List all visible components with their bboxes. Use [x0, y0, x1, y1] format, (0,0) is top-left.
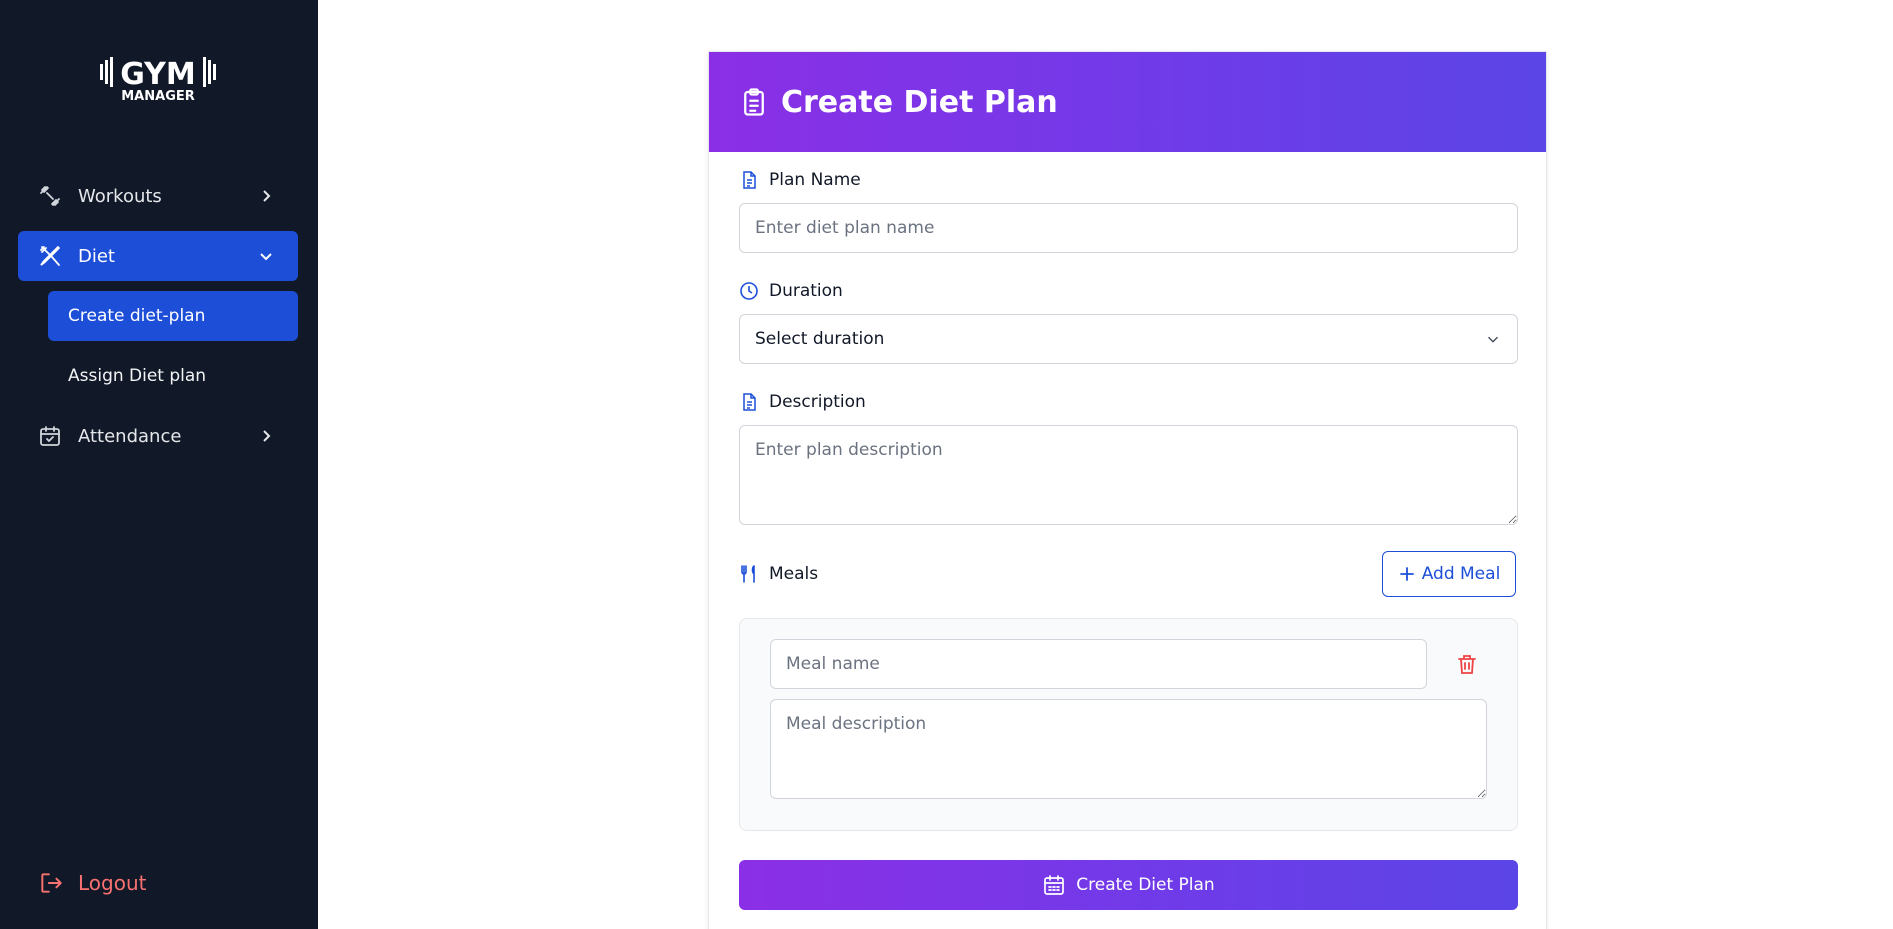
- sidebar-item-workouts[interactable]: Workouts: [18, 171, 298, 221]
- duration-select-value: Select duration: [755, 329, 885, 349]
- chevron-down-icon: [260, 253, 272, 261]
- card-header: Create Diet Plan: [709, 52, 1546, 152]
- sidebar-item-attendance[interactable]: Attendance: [18, 411, 298, 461]
- create-diet-plan-label: Create Diet Plan: [1076, 875, 1215, 895]
- sidebar-item-diet[interactable]: Diet: [18, 231, 298, 281]
- logo-text-bottom: MANAGER: [121, 89, 195, 102]
- document-icon: [743, 171, 756, 189]
- chevron-down-icon: [1488, 336, 1498, 343]
- utensils-icon: [40, 246, 60, 266]
- meals-label: Meals: [739, 564, 818, 584]
- plus-icon: [1399, 567, 1414, 581]
- logout-label: Logout: [78, 871, 147, 895]
- duration-select[interactable]: Select duration: [739, 314, 1518, 364]
- chevron-right-icon: [263, 430, 271, 442]
- create-diet-plan-button[interactable]: Create Diet Plan: [739, 860, 1518, 910]
- logo-text-top: GYM: [120, 57, 196, 92]
- document-icon: [743, 393, 756, 411]
- description-textarea[interactable]: [739, 425, 1518, 525]
- meal-item: [739, 618, 1518, 831]
- duration-label-text: Duration: [769, 281, 843, 301]
- calendar-icon: [1044, 875, 1065, 895]
- meals-label-text: Meals: [769, 564, 819, 584]
- sidebar-subitem-assign-diet-plan[interactable]: Assign Diet plan: [48, 351, 298, 401]
- sidebar-item-label: Workouts: [78, 185, 162, 207]
- fork-knife-icon: [741, 565, 755, 583]
- description-label: Description: [739, 392, 866, 412]
- logout-button[interactable]: Logout: [38, 870, 146, 896]
- sidebar-subitem-create-diet-plan[interactable]: Create diet-plan: [48, 291, 298, 341]
- trash-icon[interactable]: [1456, 653, 1478, 675]
- page-title: Create Diet Plan: [781, 84, 1058, 120]
- clipboard-list-icon: [744, 88, 764, 116]
- logout-icon: [41, 873, 62, 893]
- add-meal-button[interactable]: Add Meal: [1382, 551, 1516, 597]
- sidebar-item-label: Attendance: [78, 425, 182, 447]
- add-meal-label: Add Meal: [1421, 564, 1501, 584]
- clock-icon: [740, 282, 758, 300]
- sidebar: GYM MANAGER Workouts Diet Create diet-pl…: [0, 0, 318, 929]
- plan-name-label: Plan Name: [739, 170, 861, 190]
- duration-label: Duration: [739, 281, 843, 301]
- plan-name-label-text: Plan Name: [769, 170, 861, 190]
- description-label-text: Description: [769, 392, 866, 412]
- plan-name-input[interactable]: [739, 203, 1518, 253]
- calendar-check-icon: [40, 426, 60, 446]
- gym-manager-logo[interactable]: GYM MANAGER: [100, 54, 216, 102]
- logo-graphic: GYM MANAGER: [100, 57, 216, 102]
- sidebar-item-label: Diet: [78, 245, 115, 267]
- dumbbell-icon: [40, 186, 60, 206]
- chevron-right-icon: [263, 190, 271, 202]
- create-diet-plan-card: Create Diet Plan Plan Name Duration Sele…: [708, 51, 1547, 929]
- meal-name-input[interactable]: [770, 639, 1427, 689]
- meal-description-textarea[interactable]: [770, 699, 1487, 799]
